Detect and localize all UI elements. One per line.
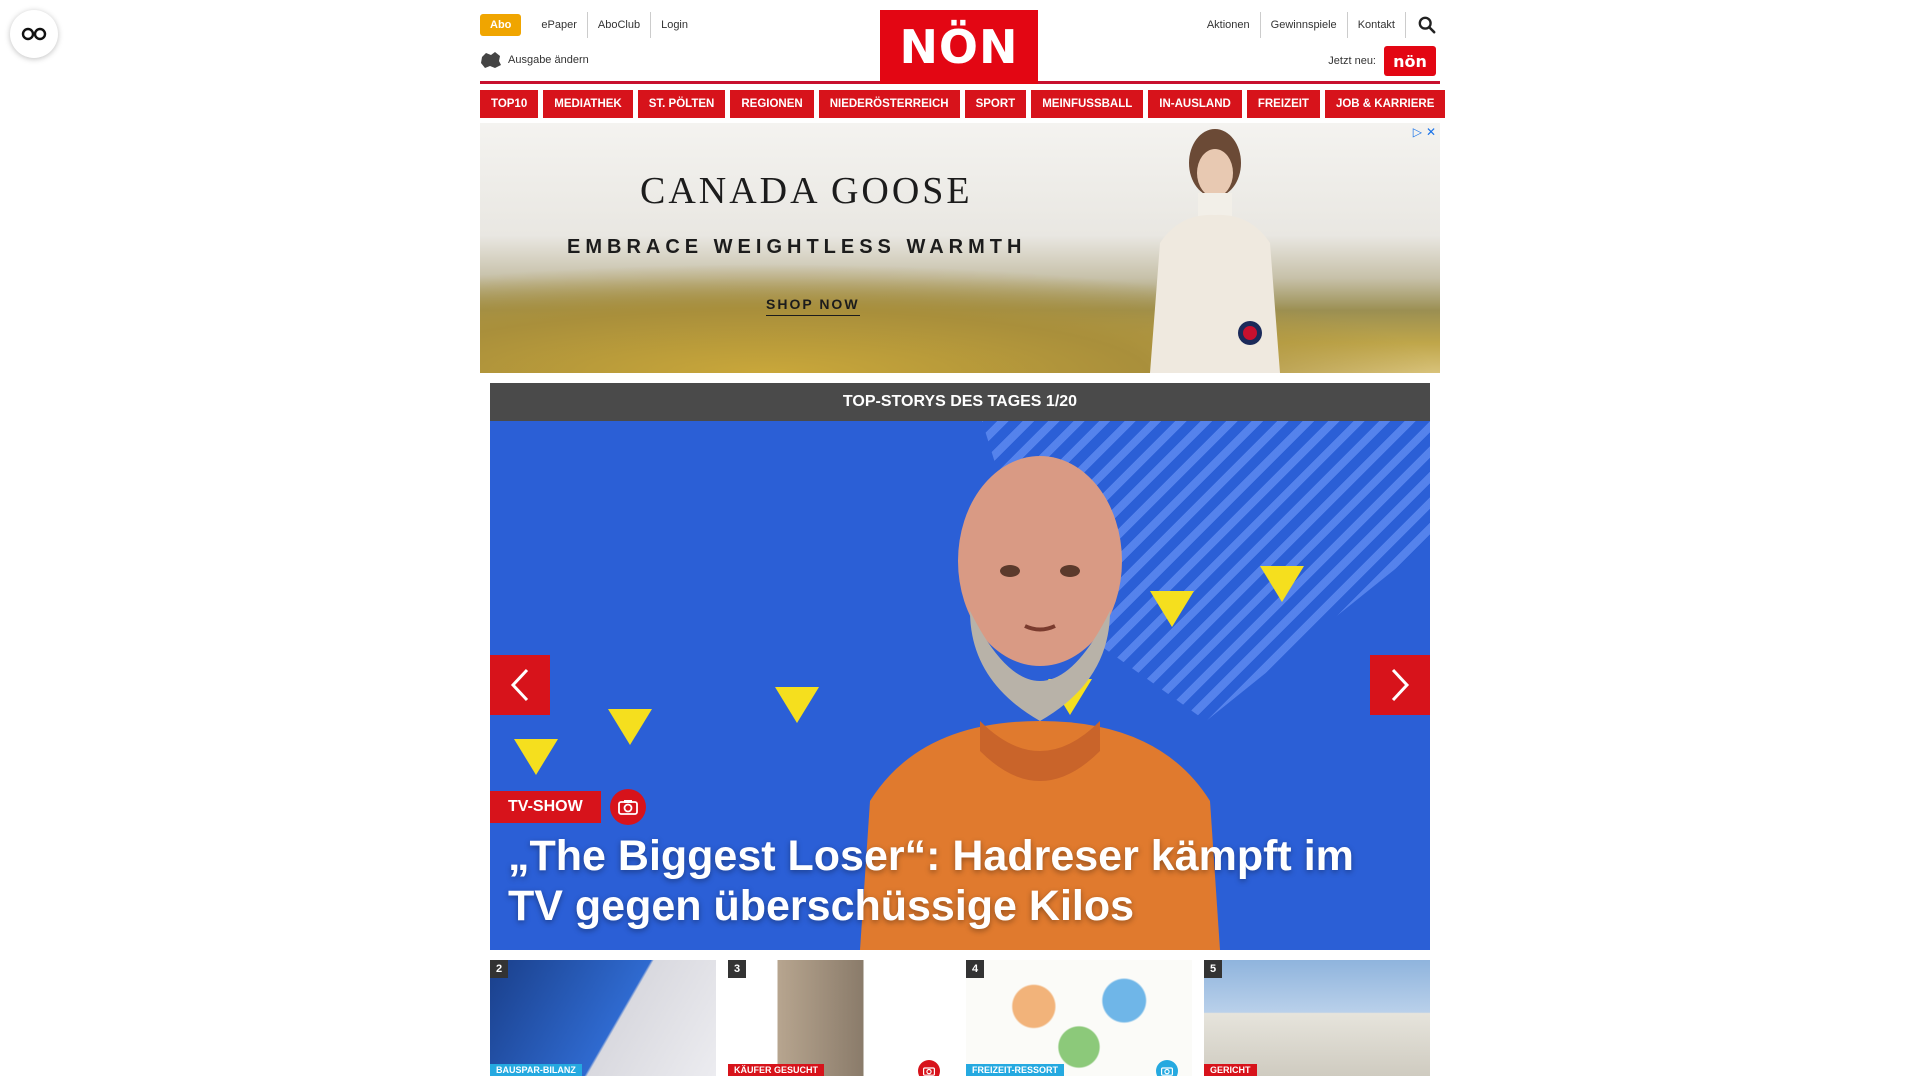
jetzt-neu: Jetzt neu: nön [1328, 46, 1436, 76]
lower-austria-map-icon [481, 52, 501, 68]
camera-icon [918, 1060, 940, 1076]
thumb-image [490, 960, 716, 1076]
nav-item-mediathek[interactable]: MEDIATHEK [543, 90, 633, 118]
abo-button[interactable]: Abo [480, 14, 522, 36]
top-stories: TOP-STORYS DES TAGES 1/20 TV-SHOW „The B… [490, 383, 1430, 1076]
adchoices-play-icon[interactable]: ▷ [1413, 125, 1422, 139]
login-link[interactable]: Login [651, 12, 698, 38]
thumb-category: KÄUFER GESUCHT [728, 1064, 825, 1076]
gewinnspiele-link[interactable]: Gewinnspiele [1261, 12, 1348, 38]
thumb-number: 2 [490, 960, 508, 978]
noen-logo[interactable]: NÖN [880, 10, 1038, 84]
aktionen-link[interactable]: Aktionen [1197, 12, 1261, 38]
aboclub-link[interactable]: AboClub [588, 12, 652, 38]
nav-item-freizeit[interactable]: FREIZEIT [1246, 90, 1320, 118]
thumb-image [966, 960, 1192, 1076]
search-icon[interactable] [1414, 12, 1440, 38]
page-container: Abo ePaper AboClub Login Ausgabe ändern … [480, 0, 1446, 1076]
camera-icon [1156, 1060, 1178, 1076]
kontakt-link[interactable]: Kontakt [1348, 12, 1406, 38]
story-thumb-3[interactable]: 3 KÄUFER GESUCHT [728, 960, 954, 1076]
nav-item-st-poelten[interactable]: ST. PÖLTEN [637, 90, 726, 118]
nav-item-regionen[interactable]: REGIONEN [730, 90, 814, 118]
ad-tagline: EMBRACE WEIGHTLESS WARMTH [567, 236, 1027, 258]
thumb-category: BAUSPAR-BILANZ [490, 1064, 582, 1076]
carousel-prev-button[interactable] [490, 655, 550, 715]
story-thumb-5[interactable]: 5 GERICHT [1204, 960, 1430, 1076]
triangle-decoration [514, 739, 558, 775]
adchoices-icons[interactable]: ▷ ✕ [1413, 125, 1436, 139]
thumb-number: 5 [1204, 960, 1222, 978]
glasses-icon [21, 27, 47, 41]
ad-close-icon[interactable]: ✕ [1426, 125, 1436, 139]
ad-brand: CANADA GOOSE [640, 170, 973, 212]
story-thumbnails: 2 BAUSPAR-BILANZ 3 KÄUFER GESUCHT 4 FREI… [490, 960, 1430, 1076]
accessibility-button[interactable] [10, 10, 58, 58]
thumb-category: GERICHT [1204, 1064, 1257, 1076]
main-nav: TOP10 MEDIATHEK ST. PÖLTEN REGIONEN NIED… [480, 90, 1446, 118]
hero-story[interactable]: TV-SHOW „The Biggest Loser“: Hadreser kä… [490, 421, 1430, 950]
triangle-decoration [608, 709, 652, 745]
thumb-image [728, 960, 954, 1076]
nav-item-top10[interactable]: TOP10 [480, 90, 539, 118]
noen-app-badge[interactable]: nön [1384, 46, 1436, 76]
story-thumb-2[interactable]: 2 BAUSPAR-BILANZ [490, 960, 716, 1076]
nav-item-job-karriere[interactable]: JOB & KARRIERE [1324, 90, 1446, 118]
site-header: Abo ePaper AboClub Login Ausgabe ändern … [480, 0, 1440, 84]
nav-item-in-ausland[interactable]: IN-AUSLAND [1148, 90, 1242, 118]
top-stories-header: TOP-STORYS DES TAGES 1/20 [490, 383, 1430, 421]
hero-category-tag[interactable]: TV-SHOW [490, 791, 601, 823]
nav-item-sport[interactable]: SPORT [964, 90, 1027, 118]
edition-label: Ausgabe ändern [508, 54, 589, 66]
hero-headline[interactable]: „The Biggest Loser“: Hadreser kämpft im … [508, 831, 1408, 931]
top-links-right: Aktionen Gewinnspiele Kontakt [1197, 12, 1440, 38]
thumb-number: 3 [728, 960, 746, 978]
epaper-link[interactable]: ePaper [531, 12, 588, 38]
triangle-decoration [775, 687, 819, 723]
ad-model-image [1150, 129, 1280, 373]
carousel-next-button[interactable] [1370, 655, 1430, 715]
thumb-number: 4 [966, 960, 984, 978]
edition-selector[interactable]: Ausgabe ändern [480, 51, 589, 69]
nav-item-meinfussball[interactable]: MEINFUSSBALL [1031, 90, 1144, 118]
jetzt-label: Jetzt neu: [1328, 55, 1376, 67]
chevron-left-icon [510, 668, 529, 702]
chevron-right-icon [1391, 668, 1410, 702]
nav-item-niederoesterreich[interactable]: NIEDERÖSTERREICH [818, 90, 960, 118]
ad-shop-now-link[interactable]: SHOP NOW [766, 296, 860, 316]
triangle-decoration [1260, 566, 1304, 602]
advertisement-banner[interactable]: CANADA GOOSE EMBRACE WEIGHTLESS WARMTH S… [480, 123, 1440, 373]
top-links-left: Abo ePaper AboClub Login [480, 12, 698, 38]
camera-icon [610, 789, 646, 825]
thumb-image [1204, 960, 1430, 1076]
thumb-category: FREIZEIT-RESSORT [966, 1064, 1065, 1076]
story-thumb-4[interactable]: 4 FREIZEIT-RESSORT [966, 960, 1192, 1076]
